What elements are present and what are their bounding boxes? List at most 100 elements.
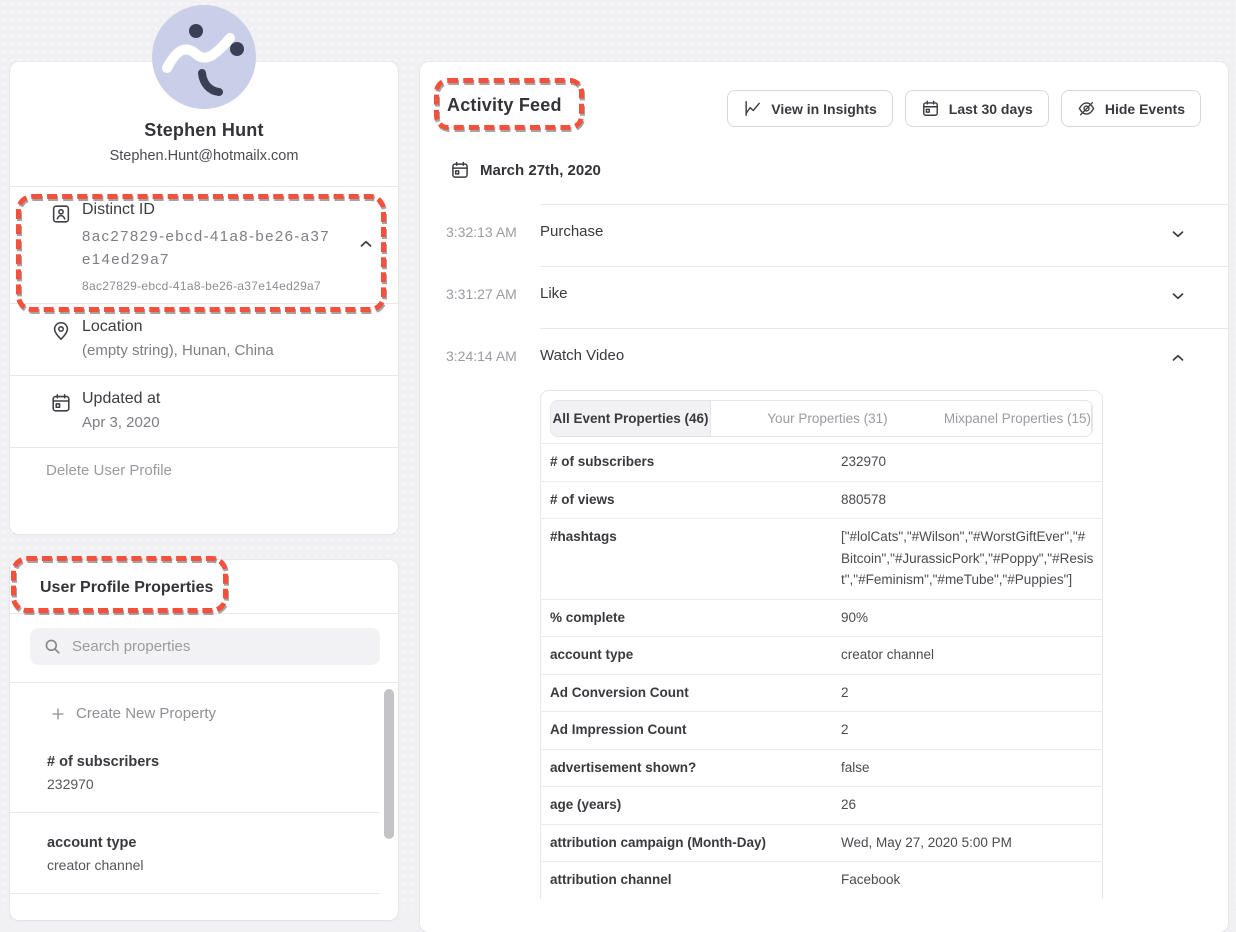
distinct-id-value: 8ac27829-ebcd-41a8-be26-a37e14ed29a7: [82, 225, 332, 271]
chevron-down-icon[interactable]: [1169, 349, 1187, 367]
calendar-icon: [450, 160, 470, 180]
avatar-face-icon: [152, 5, 256, 109]
eye-off-icon: [1077, 99, 1096, 118]
property-name: account type: [47, 835, 350, 851]
property-value: 232970: [47, 776, 368, 792]
event-time: 3:32:13 AM: [446, 224, 517, 240]
create-new-property-label: Create New Property: [76, 705, 216, 722]
event-property-name: % complete: [550, 609, 841, 629]
event-property-value: Wed, May 27, 2020 5:00 PM: [841, 832, 1094, 854]
date-header-label: March 27th, 2020: [480, 162, 601, 179]
event-property-name: attribution channel: [550, 871, 841, 891]
list-item[interactable]: account type creator channel: [10, 812, 380, 893]
table-row: attribution channel Facebook: [541, 861, 1102, 899]
table-row: account type creator channel: [541, 636, 1102, 674]
event-property-value: creator channel: [841, 644, 1094, 666]
event-property-value: false: [841, 757, 1094, 779]
event-property-name: advertisement shown?: [550, 759, 841, 779]
event-property-name: # of subscribers: [550, 453, 841, 473]
tab-event-properties[interactable]: Your Properties (31): [711, 401, 944, 436]
event-property-name: #hashtags: [550, 528, 841, 591]
event-list: 3:32:13 AM Purchase 3:31:27 AM Like: [420, 204, 1228, 390]
updated-at-section: Updated at Apr 3, 2020: [10, 376, 398, 447]
event-property-value: 232970: [841, 451, 1094, 473]
updated-at-label: Updated at: [82, 390, 378, 408]
event-property-name: attribution campaign (Month-Day): [550, 834, 841, 854]
event-property-name: account type: [550, 646, 841, 666]
event-property-name: age (years): [550, 796, 841, 816]
distinct-id-section: Distinct ID 8ac27829-ebcd-41a8-be26-a37e…: [10, 187, 398, 303]
event-name: Like: [540, 285, 568, 302]
chevron-up-icon: [357, 241, 375, 256]
hide-events-button[interactable]: Hide Events: [1061, 90, 1201, 127]
table-row: Ad Impression Count 2: [541, 711, 1102, 749]
calendar-icon: [50, 392, 72, 414]
table-row: #hashtags ["#lolCats","#Wilson","#WorstG…: [541, 518, 1102, 599]
list-item[interactable]: # of subscribers 232970: [10, 732, 398, 812]
chevron-down-icon[interactable]: [1169, 287, 1187, 305]
event-property-value: 90%: [841, 607, 1094, 629]
event-name: Watch Video: [540, 347, 624, 364]
view-in-insights-button[interactable]: View in Insights: [727, 90, 893, 127]
property-value: creator channel: [47, 857, 350, 873]
last-30-days-button[interactable]: Last 30 days: [905, 90, 1049, 127]
calendar-icon: [921, 99, 940, 118]
event-row[interactable]: 3:31:27 AM Like: [420, 266, 1228, 328]
line-chart-icon: [743, 99, 762, 118]
divider: [10, 893, 380, 894]
event-property-value: 2: [841, 682, 1094, 704]
event-property-name: Ad Impression Count: [550, 721, 841, 741]
divider: [10, 613, 398, 614]
page-background: Stephen Hunt Stephen.Hunt@hotmailx.com D…: [0, 0, 1236, 908]
activity-feed-title: Activity Feed: [447, 95, 562, 116]
map-pin-icon: [50, 320, 72, 342]
location-label: Location: [82, 318, 378, 336]
event-property-name: Ad Conversion Count: [550, 684, 841, 704]
chevron-down-icon[interactable]: [1169, 225, 1187, 243]
event-detail-panel: All Event Properties (46) Your Propertie…: [540, 390, 1103, 899]
collapse-distinct-id-button[interactable]: [354, 233, 378, 257]
tab-event-properties[interactable]: Mixpanel Properties (15): [944, 401, 1092, 436]
event-property-value: 2: [841, 719, 1094, 741]
create-new-property-button[interactable]: Create New Property: [10, 683, 398, 732]
user-email: Stephen.Hunt@hotmailx.com: [10, 148, 398, 164]
table-row: attribution campaign (Month-Day) Wed, Ma…: [541, 824, 1102, 862]
property-list: Create New Property # of subscribers 232…: [10, 682, 398, 904]
event-property-value: ["#lolCats","#Wilson","#WorstGiftEver","…: [841, 526, 1094, 591]
delete-user-profile-button[interactable]: Delete User Profile: [10, 448, 398, 497]
event-properties-table: # of subscribers 232970 # of views 88057…: [541, 443, 1102, 899]
user-profile-properties-title: User Profile Properties: [10, 560, 398, 613]
search-properties-input[interactable]: [30, 628, 380, 665]
table-row: # of views 880578: [541, 481, 1102, 519]
table-row: age (years) 26: [541, 786, 1102, 824]
tab-event-properties[interactable]: All Event Properties (46): [551, 401, 711, 436]
search-icon: [43, 637, 62, 656]
view-in-insights-label: View in Insights: [771, 101, 877, 117]
user-profile-properties-card: User Profile Properties Create New P: [10, 560, 398, 920]
distinct-id-label: Distinct ID: [82, 201, 378, 219]
event-row[interactable]: 3:24:14 AM Watch Video: [420, 328, 1228, 390]
date-header: March 27th, 2020: [420, 154, 1228, 186]
event-property-value: Facebook: [841, 869, 1094, 891]
user-profile-card: Stephen Hunt Stephen.Hunt@hotmailx.com D…: [10, 62, 398, 534]
event-property-value: 26: [841, 794, 1094, 816]
distinct-id-subvalue: 8ac27829-ebcd-41a8-be26-a37e14ed29a7: [82, 279, 378, 293]
table-row: % complete 90%: [541, 599, 1102, 637]
hide-events-label: Hide Events: [1105, 101, 1185, 117]
table-row: Ad Conversion Count 2: [541, 674, 1102, 712]
event-name: Purchase: [540, 223, 603, 240]
table-row: advertisement shown? false: [541, 749, 1102, 787]
location-section: Location (empty string), Hunan, China: [10, 304, 398, 375]
user-name: Stephen Hunt: [10, 120, 398, 141]
activity-feed-card: Activity Feed View in Insights: [420, 62, 1228, 932]
table-row: # of subscribers 232970: [541, 443, 1102, 481]
event-row[interactable]: 3:32:13 AM Purchase: [420, 204, 1228, 266]
plus-icon: [50, 706, 66, 722]
avatar: [152, 5, 256, 109]
last-30-days-label: Last 30 days: [949, 101, 1033, 117]
contact-badge-icon: [50, 203, 72, 225]
location-value: (empty string), Hunan, China: [82, 342, 378, 359]
scrollbar-thumb[interactable]: [384, 689, 394, 839]
event-properties-tabs: All Event Properties (46) Your Propertie…: [550, 400, 1093, 437]
property-name: # of subscribers: [47, 754, 368, 770]
